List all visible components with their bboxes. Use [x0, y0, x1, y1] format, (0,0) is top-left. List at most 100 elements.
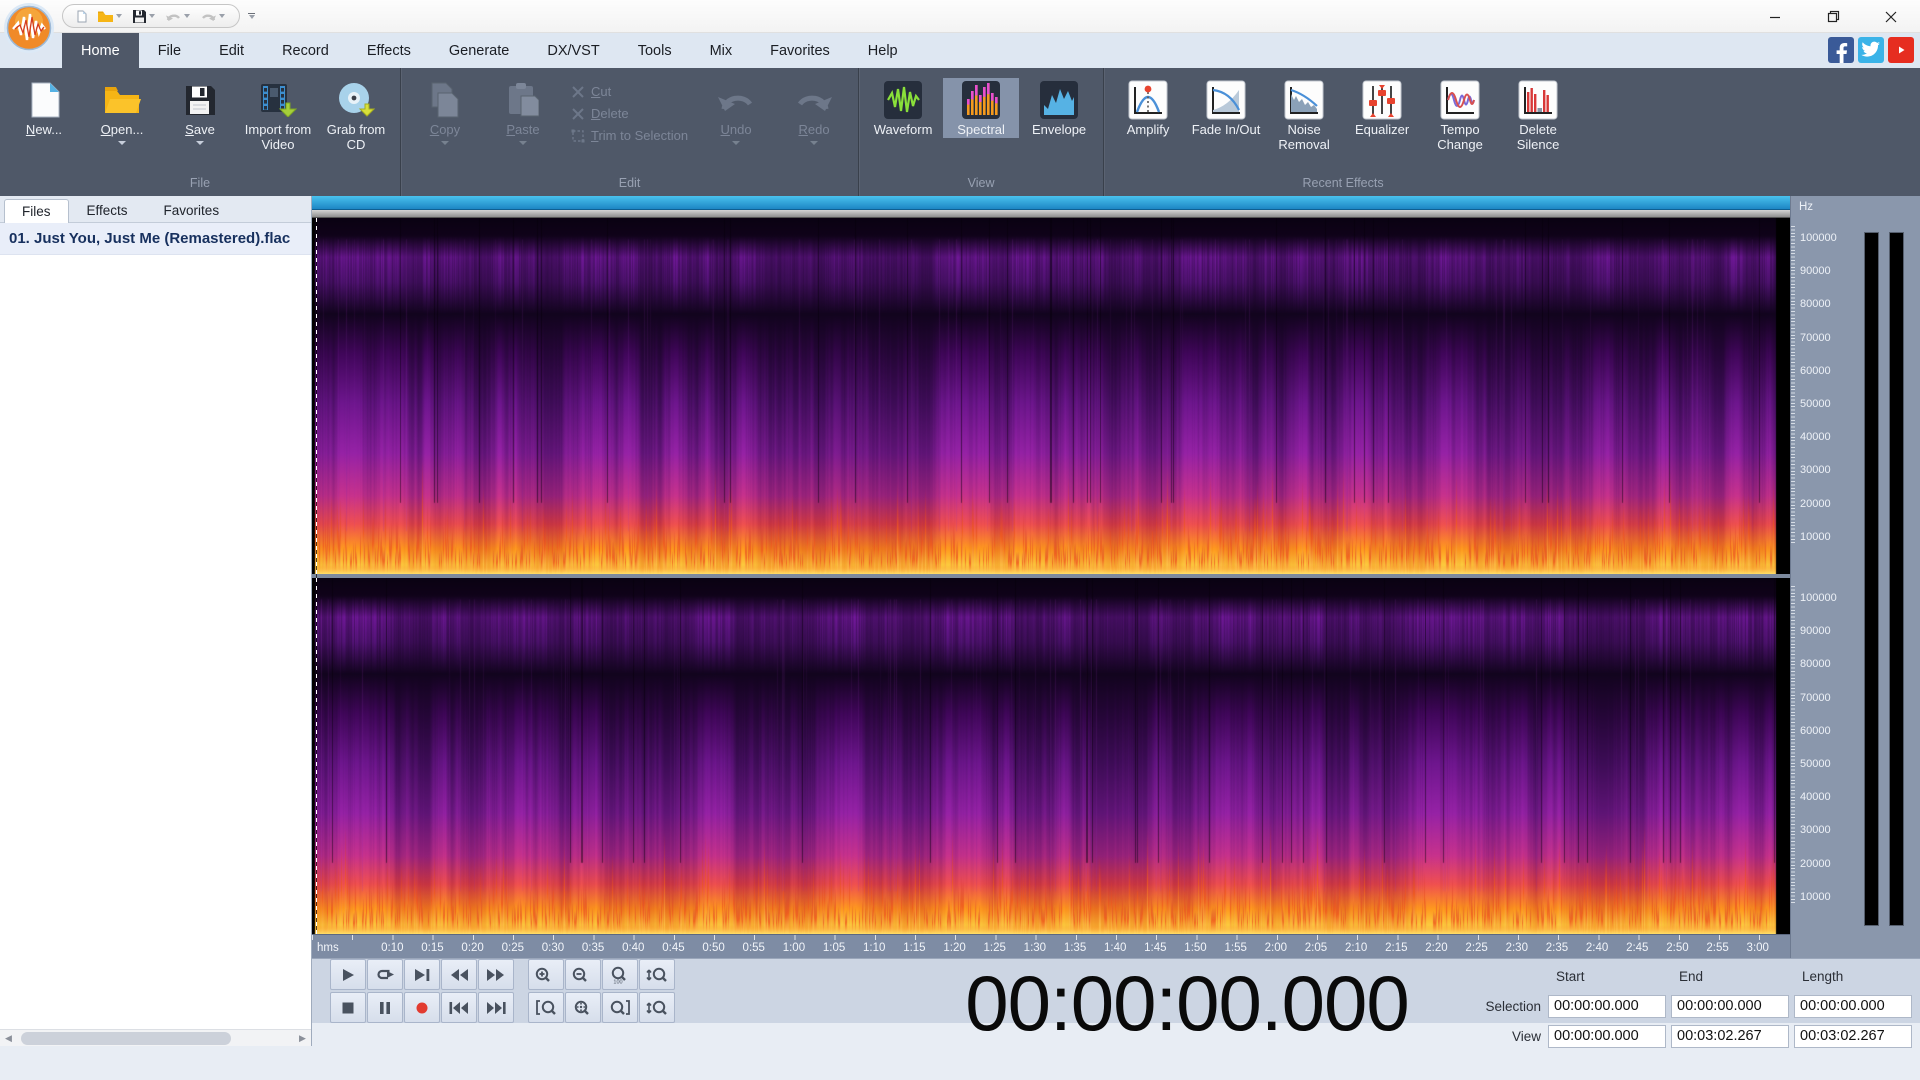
hscroll-thumb[interactable] — [21, 1031, 231, 1045]
zoom-vertical-out-button[interactable] — [639, 992, 675, 1023]
minimize-button[interactable] — [1746, 0, 1804, 33]
rewind-button[interactable] — [441, 959, 477, 990]
play-button[interactable] — [330, 959, 366, 990]
youtube-icon[interactable] — [1888, 37, 1914, 63]
ribbon-import-from-video-button[interactable]: Import from Video — [240, 78, 316, 153]
selection-panel: Start End Length Selection View — [1461, 963, 1912, 1049]
to-start-button[interactable] — [441, 992, 477, 1023]
ribbon-noise-removal-button[interactable]: Noise Removal — [1266, 78, 1342, 153]
time-label: 0:40 — [622, 942, 645, 954]
quick-new-button[interactable] — [73, 5, 91, 27]
time-ruler[interactable]: hms 0:10 0:15 0:20 0:25 0:30 0:35 0:40 0:45 0:50… — [312, 934, 1790, 958]
ribbon-save-button[interactable]: Save — [162, 78, 238, 145]
playhead-cursor[interactable] — [316, 218, 317, 934]
view-start-input[interactable] — [1548, 1024, 1666, 1048]
zoom-in-button[interactable] — [528, 959, 564, 990]
time-label: 2:35 — [1545, 942, 1569, 954]
sidebar-tab-favorites[interactable]: Favorites — [146, 198, 238, 222]
window-controls — [1746, 0, 1920, 33]
new-document-icon — [77, 10, 87, 22]
restore-button[interactable] — [1804, 0, 1862, 33]
ribbon-waveform-button[interactable]: Waveform — [865, 78, 941, 138]
frequency-unit-label: Hz — [1799, 201, 1814, 213]
zoom-100-icon: 100 — [611, 966, 626, 984]
ribbon-item-label: Import from Video — [244, 122, 312, 152]
twitter-icon[interactable] — [1858, 37, 1884, 63]
zoom-selection-button[interactable] — [565, 992, 601, 1023]
ribbon-amplify-button[interactable]: Amplify — [1110, 78, 1186, 138]
quick-open-button[interactable] — [93, 5, 126, 27]
horizontal-scrollbar[interactable] — [312, 196, 1790, 210]
ribbon-grab-from-cd-button[interactable]: Grab from CD — [318, 78, 394, 153]
ribbon-group-file: New... Open... Save Import from Video Grab f… — [0, 68, 400, 196]
ribbon-fade-in-out-button[interactable]: Fade In/Out — [1188, 78, 1264, 138]
time-label: 2:30 — [1505, 942, 1528, 954]
freq-label: 10000 — [1800, 890, 1831, 903]
forward-button[interactable] — [478, 959, 514, 990]
overview-strip[interactable] — [312, 210, 1790, 218]
next-button[interactable] — [404, 959, 440, 990]
scroll-right-arrow-icon[interactable]: ▶ — [294, 1030, 311, 1047]
selection-start-input[interactable] — [1548, 994, 1666, 1018]
zoom-100-button[interactable]: 100 — [602, 959, 638, 990]
customize-toolbar-button[interactable] — [248, 12, 255, 20]
time-label: 0:35 — [581, 942, 605, 954]
ribbon-tempo-change-button[interactable]: Tempo Change — [1422, 78, 1498, 153]
ribbon-equalizer-button[interactable]: Equalizer — [1344, 78, 1420, 138]
menu-tab-edit[interactable]: Edit — [200, 33, 263, 68]
to-end-button[interactable] — [478, 992, 514, 1023]
selection-end-input[interactable] — [1671, 994, 1789, 1018]
ribbon-item-label: Amplify — [1126, 122, 1170, 137]
close-button[interactable] — [1862, 0, 1920, 33]
ribbon-spectral-button[interactable]: Spectral — [943, 78, 1020, 138]
menu-tab-tools[interactable]: Tools — [619, 33, 691, 68]
hscroll-track[interactable] — [17, 1030, 294, 1047]
stop-button[interactable] — [330, 992, 366, 1023]
pause-button[interactable] — [367, 992, 403, 1023]
menu-tab-favorites[interactable]: Favorites — [751, 33, 849, 68]
file-list-item[interactable]: 01. Just You, Just Me (Remastered).flac — [0, 223, 311, 255]
zoom-vertical-in-icon — [646, 967, 667, 982]
view-end-input[interactable] — [1671, 1024, 1789, 1048]
zoom-vertical-in-button[interactable] — [639, 959, 675, 990]
menu-tab-dx-vst[interactable]: DX/VST — [528, 33, 618, 68]
selection-length-input[interactable] — [1794, 994, 1912, 1018]
menu-tab-file[interactable]: File — [139, 33, 200, 68]
ribbon-envelope-button[interactable]: Envelope — [1021, 78, 1097, 138]
ribbon-delete-silence-button[interactable]: Delete Silence — [1500, 78, 1576, 153]
zoom-selection-start-button[interactable] — [528, 992, 564, 1023]
left-panel-hscrollbar[interactable]: ◀ ▶ — [0, 1029, 311, 1046]
menu-tab-mix[interactable]: Mix — [691, 33, 752, 68]
file-list: 01. Just You, Just Me (Remastered).flac — [0, 223, 311, 1029]
view-length-input[interactable] — [1794, 1024, 1912, 1048]
app-logo-icon[interactable] — [3, 2, 55, 59]
quick-save-button[interactable] — [128, 5, 159, 27]
sidebar-tab-effects[interactable]: Effects — [69, 198, 146, 222]
record-button[interactable] — [404, 992, 440, 1023]
quick-undo-button — [161, 5, 194, 27]
zoom-selection-end-button[interactable] — [602, 992, 638, 1023]
menu-tab-record[interactable]: Record — [263, 33, 348, 68]
menu-tab-effects[interactable]: Effects — [348, 33, 430, 68]
freq-label: 70000 — [1800, 691, 1831, 704]
ribbon-item-label: Save — [185, 122, 215, 137]
menu-tab-help[interactable]: Help — [849, 33, 917, 68]
open-folder-icon — [105, 87, 141, 113]
zoom-out-button[interactable] — [565, 959, 601, 990]
zoom-selection-end-icon — [610, 999, 630, 1015]
sidebar-tab-files[interactable]: Files — [4, 199, 69, 223]
time-label: 2:05 — [1304, 942, 1328, 954]
dropdown-caret-icon — [519, 140, 527, 145]
menu-tab-generate[interactable]: Generate — [430, 33, 528, 68]
menu-tab-home[interactable]: Home — [62, 33, 139, 68]
spectrogram-channel-right[interactable] — [312, 578, 1790, 934]
facebook-icon[interactable] — [1828, 37, 1854, 63]
main-content: Files Effects Favorites 01. Just You, Just… — [0, 196, 1920, 1048]
loop-button[interactable] — [367, 959, 403, 990]
spectrogram-channel-left[interactable] — [312, 218, 1790, 574]
scroll-left-arrow-icon[interactable]: ◀ — [0, 1030, 17, 1047]
ribbon-new-button[interactable]: New... — [6, 78, 82, 138]
time-label: 0:15 — [421, 942, 444, 954]
redo-icon — [202, 14, 216, 21]
ribbon-open-button[interactable]: Open... — [84, 78, 160, 145]
